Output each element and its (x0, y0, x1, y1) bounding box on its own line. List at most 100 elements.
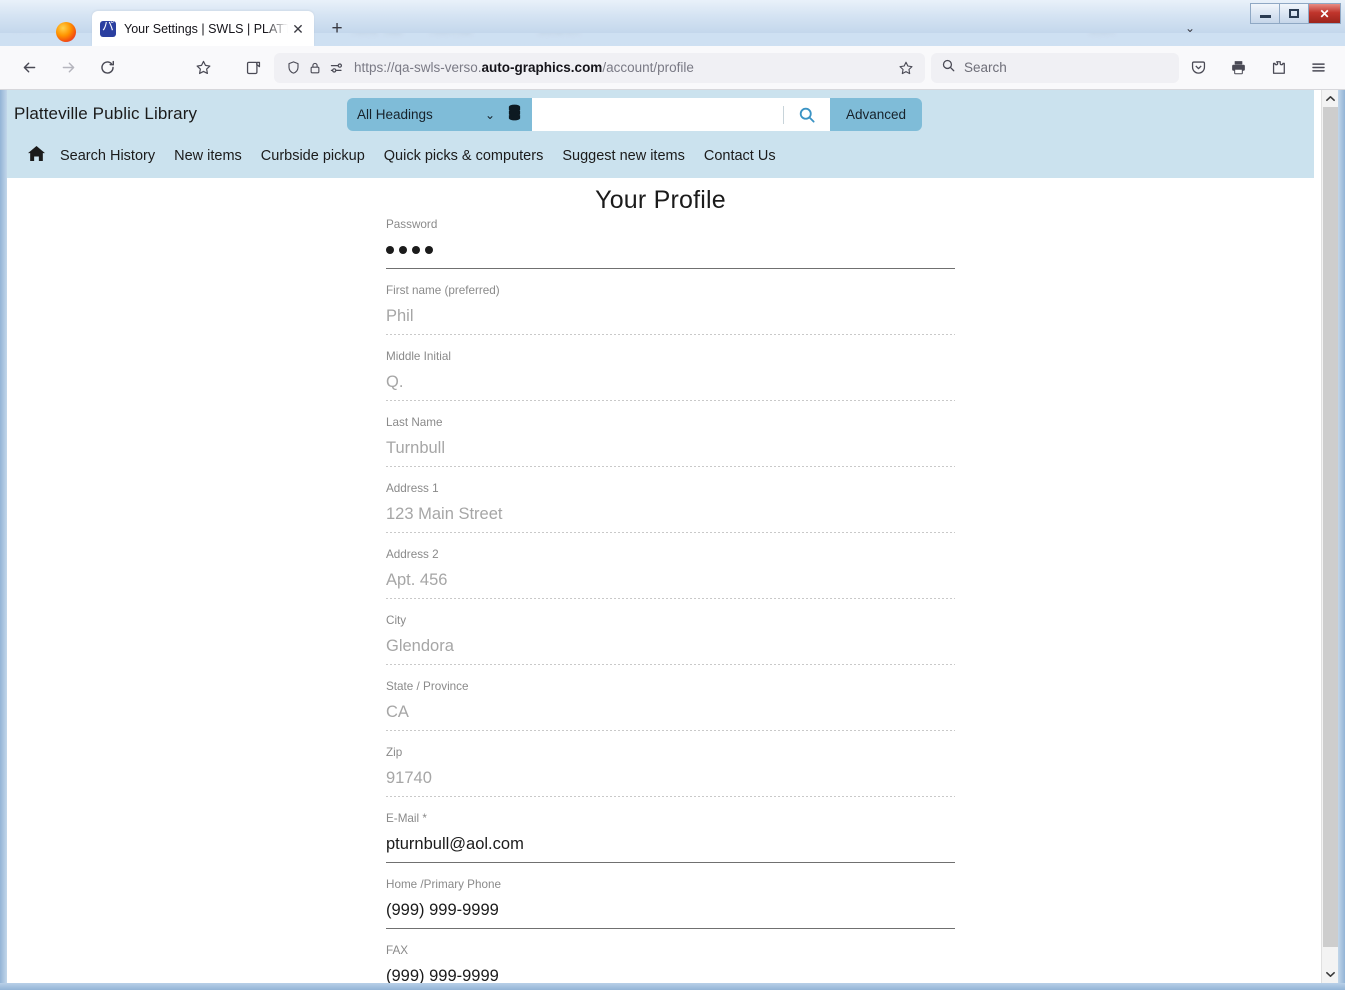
form-field-middle-initial: Middle Initial Q. (386, 350, 955, 401)
field-input[interactable]: Apt. 456 (386, 569, 955, 598)
field-input[interactable]: 91740 (386, 767, 955, 796)
field-input[interactable]: 123 Main Street (386, 503, 955, 532)
field-underline (386, 796, 955, 797)
window-border-left (0, 90, 7, 990)
form-field-e-mail: E-Mail * pturnbull@aol.com (386, 812, 955, 863)
container-tab-icon[interactable] (238, 53, 268, 83)
library-name: Platteville Public Library (14, 104, 198, 123)
list-all-tabs-icon[interactable]: ⌄ (1185, 21, 1195, 35)
pocket-icon[interactable] (1183, 53, 1213, 83)
tracking-shield-icon[interactable] (282, 57, 304, 79)
catalog-search-field[interactable] (532, 98, 830, 131)
search-icon (941, 58, 956, 78)
url-text: https://qa-swls-verso.auto-graphics.com/… (354, 60, 694, 75)
window-border-bottom (0, 983, 1345, 990)
bookmark-star-icon[interactable] (188, 53, 218, 83)
form-field-state-province: State / Province CA (386, 680, 955, 731)
password-dot (386, 246, 394, 254)
field-label: E-Mail * (386, 812, 427, 825)
field-underline (386, 400, 955, 401)
nav-item-curbside-pickup[interactable]: Curbside pickup (261, 148, 365, 164)
field-underline (386, 862, 955, 863)
field-underline (386, 268, 955, 269)
field-underline (386, 334, 955, 335)
scroll-down-icon[interactable] (1322, 966, 1339, 983)
profile-form: Password First name (preferred) Phil Middle… (386, 218, 955, 983)
field-input[interactable]: CA (386, 701, 955, 730)
scrollbar-thumb[interactable] (1323, 107, 1338, 947)
browser-search-placeholder: Search (964, 60, 1007, 75)
firefox-logo-icon (56, 22, 76, 42)
field-input[interactable]: (999) 999-9999 (386, 899, 955, 928)
new-tab-button[interactable]: + (325, 18, 349, 42)
page-scrollbar[interactable] (1321, 90, 1339, 983)
field-label: Middle Initial (386, 350, 451, 363)
field-input[interactable]: Q. (386, 371, 955, 400)
search-scope-value: All Headings (357, 107, 433, 122)
browser-window: Setti New Tab Normal Search icon ✕ Your … (0, 0, 1345, 990)
field-label: Address 1 (386, 482, 439, 495)
chevron-down-icon: ⌄ (484, 107, 495, 122)
form-field-zip: Zip 91740 (386, 746, 955, 797)
page-title: Your Profile (595, 186, 726, 214)
search-scope-select[interactable]: All Headings ⌄ (347, 98, 532, 131)
nav-item-quick-picks-computers[interactable]: Quick picks & computers (384, 148, 544, 164)
tab-your-settings[interactable]: Your Settings | SWLS | PLATT | A ✕ (92, 11, 314, 46)
form-field-first-name-preferred: First name (preferred) Phil (386, 284, 955, 335)
extensions-icon[interactable] (1263, 53, 1293, 83)
field-label: Zip (386, 746, 403, 759)
app-menu-icon[interactable] (1303, 53, 1333, 83)
nav-item-suggest-new-items[interactable]: Suggest new items (562, 148, 685, 164)
field-label: Home /Primary Phone (386, 878, 501, 891)
nav-item-new-items[interactable]: New items (174, 148, 242, 164)
url-bar[interactable]: https://qa-swls-verso.auto-graphics.com/… (274, 52, 925, 83)
permissions-icon[interactable] (326, 57, 348, 79)
field-underline (386, 928, 955, 929)
field-label: Address 2 (386, 548, 439, 561)
forward-button[interactable] (53, 53, 83, 83)
field-input[interactable]: Glendora (386, 635, 955, 664)
reload-button[interactable] (92, 53, 122, 83)
advanced-search-button[interactable]: Advanced (829, 98, 922, 131)
nav-item-search-history[interactable]: Search History (60, 148, 155, 164)
form-field-password: Password (386, 218, 955, 269)
field-label: FAX (386, 944, 409, 957)
field-input[interactable] (386, 239, 955, 268)
tab-close-icon[interactable]: ✕ (290, 21, 306, 37)
catalog-search-input[interactable] (532, 98, 783, 131)
field-underline (386, 466, 955, 467)
field-input[interactable]: (999) 999-9999 (386, 965, 955, 983)
password-mask (386, 239, 955, 261)
password-dot (399, 246, 407, 254)
field-label: Last Name (386, 416, 443, 429)
field-label: First name (preferred) (386, 284, 500, 297)
tab-strip: Your Settings | SWLS | PLATT | A ✕ + ⌄ (0, 5, 1345, 46)
back-button[interactable] (14, 53, 44, 83)
form-field-address-1: Address 1 123 Main Street (386, 482, 955, 533)
field-input[interactable]: Turnbull (386, 437, 955, 466)
database-icon[interactable] (507, 104, 522, 125)
scroll-up-icon[interactable] (1322, 90, 1339, 107)
page-viewport: Platteville Public Library All Headings … (7, 90, 1331, 983)
bookmark-page-star-icon[interactable] (895, 57, 917, 79)
field-underline (386, 730, 955, 731)
field-underline (386, 664, 955, 665)
catalog-search-bar: All Headings ⌄ Advanced (347, 98, 922, 131)
form-field-city: City Glendora (386, 614, 955, 665)
field-input[interactable]: pturnbull@aol.com (386, 833, 955, 862)
field-label: City (386, 614, 407, 627)
form-field-address-2: Address 2 Apt. 456 (386, 548, 955, 599)
browser-toolbar: https://qa-swls-verso.auto-graphics.com/… (0, 46, 1345, 90)
browser-search-bar[interactable]: Search (931, 52, 1179, 83)
tab-title: Your Settings | SWLS | PLATT | A (124, 21, 288, 36)
field-label: State / Province (386, 680, 469, 693)
tab-favicon-icon (100, 18, 116, 37)
form-field-home-primary-phone: Home /Primary Phone (999) 999-9999 (386, 878, 955, 929)
home-icon[interactable] (27, 145, 46, 167)
nav-item-contact-us[interactable]: Contact Us (704, 148, 776, 164)
catalog-search-submit-icon[interactable] (783, 105, 830, 124)
lock-icon[interactable] (304, 57, 326, 79)
field-label: Password (386, 218, 438, 231)
field-input[interactable]: Phil (386, 305, 955, 334)
print-icon[interactable] (1223, 53, 1253, 83)
